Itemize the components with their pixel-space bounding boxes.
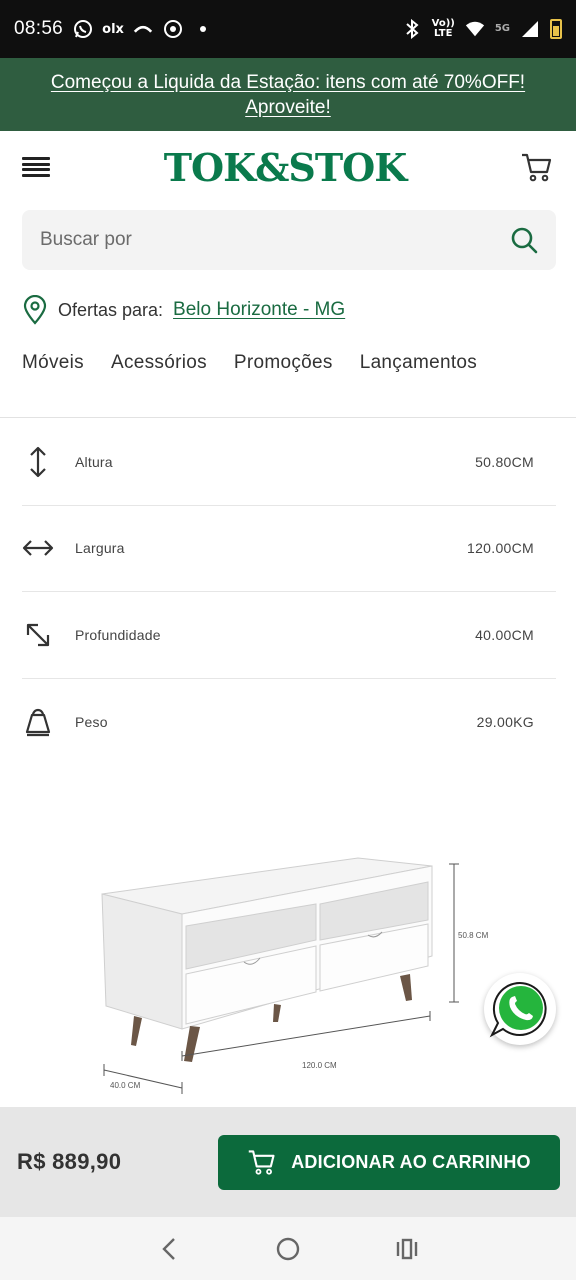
whatsapp-chat-button[interactable] [484, 973, 556, 1045]
status-bar: 08:56 olx Vo)) LTE 5G [0, 0, 576, 58]
spec-value: 29.00KG [476, 713, 534, 730]
buy-bar: R$ 889,90 ADICIONAR AO CARRINHO [0, 1107, 576, 1217]
network-type: 5G [494, 23, 510, 34]
cart-icon [248, 1150, 275, 1175]
product-dimension-image: 50.8 CM 120.0 CM 40.0 CM [78, 764, 498, 1104]
nav-acessorios[interactable]: Acessórios [111, 352, 207, 374]
menu-icon[interactable] [22, 157, 50, 177]
back-icon[interactable] [154, 1234, 184, 1264]
search-bar[interactable] [22, 210, 556, 270]
spec-row: Peso 29.00KG [22, 679, 556, 766]
location-pin-icon [23, 295, 47, 325]
recent-apps-icon[interactable] [392, 1234, 422, 1264]
product-price: R$ 889,90 [17, 1149, 122, 1174]
whatsapp-icon [489, 981, 547, 1038]
site-header: TOK&STOK [0, 131, 576, 203]
category-nav: Móveis Acessórios Promoções Lançamentos [22, 352, 477, 374]
signal-icon [520, 19, 540, 39]
nav-lancamentos[interactable]: Lançamentos [360, 352, 477, 374]
spec-row: Largura 120.00CM [22, 506, 556, 592]
promo-text[interactable]: Começou a Liquida da Estação: itens com … [18, 70, 558, 120]
depth-dimension-label: 40.0 CM [110, 1081, 141, 1090]
system-nav-bar [0, 1217, 576, 1280]
home-icon[interactable] [273, 1234, 303, 1264]
whatsapp-icon [73, 19, 93, 39]
nav-divider [0, 417, 576, 418]
nav-moveis[interactable]: Móveis [22, 352, 84, 374]
wifi-icon [465, 19, 485, 39]
search-input[interactable] [40, 229, 460, 251]
add-to-cart-button[interactable]: ADICIONAR AO CARRINHO [218, 1134, 560, 1190]
dot-icon [193, 19, 213, 39]
diagonal-arrow-icon [22, 619, 54, 651]
spec-label: Altura [75, 453, 113, 470]
bluetooth-icon [402, 19, 422, 39]
spec-row: Profundidade 40.00CM [22, 592, 556, 679]
spec-label: Largura [75, 540, 125, 557]
chrome-icon [163, 19, 183, 39]
nav-promocoes[interactable]: Promoções [234, 352, 333, 374]
missed-call-icon [133, 19, 153, 39]
spec-label: Peso [75, 713, 108, 730]
brand-logo[interactable]: TOK&STOK [164, 145, 408, 190]
location-prefix: Ofertas para: [58, 299, 164, 320]
cart-icon[interactable] [520, 150, 554, 184]
location-link[interactable]: Belo Horizonte - MG [173, 299, 345, 321]
volte-icon: Vo)) LTE [431, 18, 455, 39]
horizontal-arrows-icon [22, 532, 54, 564]
olx-icon: olx [102, 21, 124, 37]
spec-value: 40.00CM [475, 626, 534, 643]
spec-row: Altura 50.80CM [22, 419, 556, 506]
add-to-cart-label: ADICIONAR AO CARRINHO [291, 1151, 531, 1172]
spec-value: 120.00CM [467, 540, 534, 557]
status-time: 08:56 [14, 18, 64, 39]
location-selector: Ofertas para: Belo Horizonte - MG [22, 294, 345, 326]
spec-value: 50.80CM [475, 453, 534, 470]
height-dimension-label: 50.8 CM [458, 931, 489, 940]
vertical-arrows-icon [22, 446, 54, 478]
search-icon[interactable] [510, 226, 538, 254]
product-specs: Altura 50.80CM Largura 120.00CM Profundi… [22, 419, 556, 765]
spec-label: Profundidade [75, 626, 161, 643]
battery-icon [550, 19, 562, 39]
width-dimension-label: 120.0 CM [302, 1061, 337, 1070]
promo-banner[interactable]: Começou a Liquida da Estação: itens com … [0, 58, 576, 131]
weight-icon [22, 706, 54, 738]
